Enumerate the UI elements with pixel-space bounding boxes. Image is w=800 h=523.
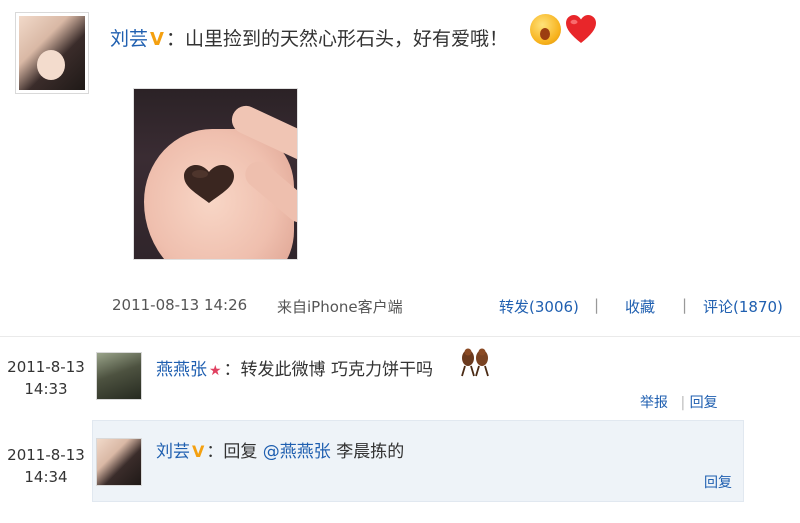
favorite-link[interactable]: 收藏 [625, 296, 655, 317]
heart-stone-graphic [184, 165, 234, 203]
separator: | [682, 296, 688, 314]
comment-text: 燕燕张 ★ ：转发此微博 巧克力饼干吗 [156, 358, 433, 383]
comment-body-rest: 李晨拣的 [330, 442, 405, 462]
comment-link[interactable]: 评论(1870) [703, 296, 783, 317]
star-badge-icon: ★ [209, 363, 222, 379]
commenter-avatar[interactable] [96, 352, 142, 400]
forward-link[interactable]: 转发(3006) [499, 296, 579, 317]
post-content: ：山里捡到的天然心形石头，好有爱哦！ [165, 28, 508, 50]
author-name-link[interactable]: 刘芸 [110, 28, 148, 50]
commenter-name-link[interactable]: 燕燕张 [156, 360, 207, 380]
comment-date: 2011-8-13 [7, 446, 85, 464]
report-link[interactable]: 举报 [640, 395, 668, 411]
comment-date: 2011-8-13 [7, 358, 85, 376]
comment-actions: 回复 [704, 472, 732, 492]
comment-body: ：回复 [206, 442, 263, 462]
post-timestamp[interactable]: 2011-08-13 14:26 [112, 296, 247, 314]
author-avatar[interactable] [15, 12, 89, 94]
surprised-face-icon [530, 14, 561, 45]
post-source[interactable]: 来自iPhone客户端 [277, 296, 403, 317]
birds-emoji-icon [461, 348, 489, 377]
heart-icon [566, 15, 596, 43]
divider [0, 336, 800, 337]
commenter-name-link[interactable]: 刘芸 [156, 442, 190, 462]
separator: | [594, 296, 600, 314]
comment-timestamp: 2011-8-13 14:34 [2, 444, 90, 488]
post-text: 刘芸 V ：山里捡到的天然心形石头，好有爱哦！ [110, 26, 508, 53]
reply-link[interactable]: 回复 [704, 475, 732, 491]
reply-link[interactable]: 回复 [690, 395, 718, 411]
comment-clock: 14:34 [24, 468, 68, 486]
comment-body: ：转发此微博 巧克力饼干吗 [223, 360, 433, 380]
comment-clock: 14:33 [24, 380, 68, 398]
commenter-avatar[interactable] [96, 438, 142, 486]
comment-text: 刘芸 V ：回复 @燕燕张 李晨拣的 [156, 440, 404, 464]
post-image-heart-stone[interactable] [133, 88, 298, 260]
post-meta-row: 2011-08-13 14:26 来自iPhone客户端 转发(3006) | … [112, 296, 785, 318]
mention-link[interactable]: @燕燕张 [263, 442, 331, 462]
comment-actions: 举报 | 回复 [640, 392, 718, 412]
verified-v-icon: V [150, 29, 164, 50]
separator: | [680, 395, 686, 411]
verified-v-icon: V [192, 442, 205, 461]
comment-timestamp: 2011-8-13 14:33 [2, 356, 90, 400]
